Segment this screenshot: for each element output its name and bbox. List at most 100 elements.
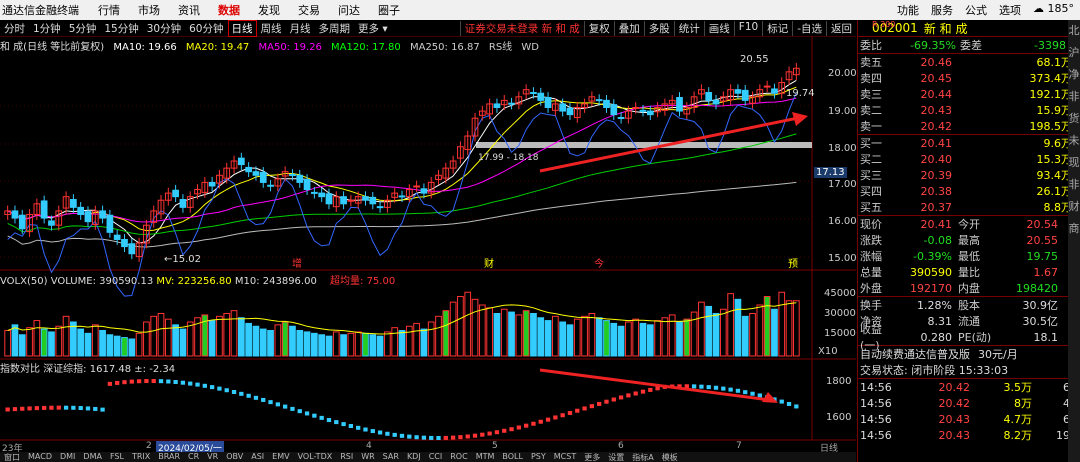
tick-price: 20.43 xyxy=(938,412,971,426)
volume-bar xyxy=(18,334,26,357)
indicator-tab[interactable]: MCST xyxy=(550,452,580,462)
tool-huaxian[interactable]: 画线 xyxy=(703,20,734,36)
tool-diejia[interactable]: 叠加 xyxy=(613,20,644,36)
period-5min[interactable]: 5分钟 xyxy=(65,21,101,36)
menu-gongshi[interactable]: 公式 xyxy=(959,2,993,18)
indicator-tab[interactable]: CCI xyxy=(425,452,447,462)
indicator-tab[interactable]: 更多 xyxy=(580,452,604,462)
period-daily[interactable]: 日线 xyxy=(227,19,257,37)
candle xyxy=(544,97,552,108)
period-monthly[interactable]: 月线 xyxy=(286,21,315,36)
menu-xuanxiang[interactable]: 选项 xyxy=(993,2,1027,18)
tool-biaoji[interactable]: 标记 xyxy=(762,20,792,36)
edge-label[interactable]: 现 xyxy=(1068,152,1080,174)
indicator-tab[interactable]: RSI xyxy=(336,452,357,462)
candle xyxy=(208,181,216,187)
indicator-tab[interactable]: DMA xyxy=(79,452,106,462)
indicator-tab[interactable]: OBV xyxy=(222,452,247,462)
indicator-tab[interactable]: BRAR xyxy=(154,452,184,462)
menu-faxian[interactable]: 发现 xyxy=(249,2,289,18)
index-candle xyxy=(713,385,719,390)
volume-bar xyxy=(289,325,296,357)
index-candle xyxy=(633,391,638,396)
indicator-tab[interactable]: VR xyxy=(203,452,222,462)
quote-header: R 300 002001 新 和 成 xyxy=(858,20,1080,36)
period-more[interactable]: 更多 ▾ xyxy=(354,21,392,36)
edge-label[interactable]: 财 xyxy=(1068,196,1080,218)
index-candle xyxy=(458,435,463,440)
row-label-2: 内盘 xyxy=(958,282,980,295)
kline-chart[interactable]: 20.55 ←15.02 19.74 17.99 - 18.18 增 财 今 预 xyxy=(0,36,856,442)
volume-bar xyxy=(646,324,654,357)
volume-bar xyxy=(274,324,282,357)
edge-label[interactable]: 北 xyxy=(1068,20,1080,42)
period-weekly[interactable]: 周线 xyxy=(257,21,286,36)
tool-fuquan[interactable]: 复权 xyxy=(583,20,614,36)
menu-quanzi[interactable]: 圈子 xyxy=(369,2,409,18)
candle xyxy=(296,174,304,183)
indicator-tab[interactable]: 模板 xyxy=(658,452,682,462)
indicator-tab[interactable]: BOLL xyxy=(498,452,527,462)
sell-row[interactable]: 卖五 20.46 68.1万 xyxy=(858,54,1080,70)
sell-row[interactable]: 卖三 20.44 192.1万 xyxy=(858,86,1080,102)
tool-duogu[interactable]: 多股 xyxy=(643,20,674,36)
sell-label: 卖二 xyxy=(860,104,882,117)
indicator-tab[interactable]: ASI xyxy=(247,452,268,462)
indicator-tab[interactable]: 设置 xyxy=(604,452,628,462)
period-60min[interactable]: 60分钟 xyxy=(185,21,227,36)
period-1min[interactable]: 1分钟 xyxy=(29,21,65,36)
indicator-tab[interactable]: ROC xyxy=(446,452,471,462)
menu-shichang[interactable]: 市场 xyxy=(129,2,169,18)
indicator-tab[interactable]: TRIX xyxy=(128,452,154,462)
volume-bar xyxy=(661,317,669,357)
wd-label: WD xyxy=(521,42,539,53)
indicator-tab[interactable]: MTM xyxy=(472,452,499,462)
period-fenshi[interactable]: 分时 xyxy=(0,21,29,36)
indicator-tab[interactable]: FSL xyxy=(106,452,128,462)
edge-label[interactable]: 沪 xyxy=(1068,42,1080,64)
tool-tongji[interactable]: 统计 xyxy=(673,20,704,36)
menu-jiaoyi[interactable]: 交易 xyxy=(289,2,329,18)
promo-row[interactable]: 自动续费通达信普及版 30元/月 xyxy=(858,345,1080,362)
edge-label[interactable]: 未 xyxy=(1068,130,1080,152)
indicator-tab[interactable]: CR xyxy=(184,452,203,462)
buy-row[interactable]: 买二 20.40 15.3万 xyxy=(858,151,1080,167)
indicator-tab[interactable]: SAR xyxy=(379,452,403,462)
indicator-tab[interactable]: 窗口 xyxy=(0,452,24,462)
buy-row[interactable]: 买一 20.41 9.6万 xyxy=(858,135,1080,151)
edge-label[interactable]: 商 xyxy=(1068,218,1080,240)
menu-zixun[interactable]: 资讯 xyxy=(169,2,209,18)
indicator-tab[interactable]: DMI xyxy=(56,452,79,462)
menu-wenda[interactable]: 问达 xyxy=(329,2,369,18)
period-15min[interactable]: 15分钟 xyxy=(100,21,142,36)
menu-fuwu[interactable]: 服务 xyxy=(925,2,959,18)
tool-f10[interactable]: F10 xyxy=(733,20,762,36)
indicator-tab[interactable]: PSY xyxy=(527,452,550,462)
indicator-tab[interactable]: KDJ xyxy=(403,452,425,462)
login-status[interactable]: 证券交易未登录 新 和 成 xyxy=(459,20,584,36)
sell-row[interactable]: 卖二 20.43 15.9万 xyxy=(858,102,1080,118)
volume-bar xyxy=(303,331,311,357)
buy-row[interactable]: 买三 20.39 93.4万 xyxy=(858,167,1080,183)
period-multi[interactable]: 多周期 xyxy=(315,21,355,36)
menu-shuju[interactable]: 数据 xyxy=(209,2,249,18)
edge-label[interactable]: 货 xyxy=(1068,108,1080,130)
buy-row[interactable]: 买五 20.37 8.8万 xyxy=(858,199,1080,215)
indicator-tab[interactable]: MACD xyxy=(24,452,56,462)
tick-row: 14:56 20.42 3.5万 6 xyxy=(858,379,1080,395)
sell-row[interactable]: 卖四 20.45 373.4万 xyxy=(858,70,1080,86)
sell-row[interactable]: 卖一 20.42 198.5万 xyxy=(858,118,1080,134)
indicator-tab[interactable]: 指标A xyxy=(628,452,657,462)
period-30min[interactable]: 30分钟 xyxy=(143,21,185,36)
indicator-tab[interactable]: WR xyxy=(357,452,378,462)
edge-label[interactable]: 净 xyxy=(1068,64,1080,86)
tool-zixuan[interactable]: -自选 xyxy=(792,20,826,36)
tool-fanhui[interactable]: 返回 xyxy=(826,20,856,36)
indicator-tab[interactable]: VOL-TDX xyxy=(294,452,337,462)
menu-gongneng[interactable]: 功能 xyxy=(891,2,925,18)
buy-row[interactable]: 买四 20.38 26.1万 xyxy=(858,183,1080,199)
edge-label[interactable]: 非 xyxy=(1068,174,1080,196)
menu-hangqing[interactable]: 行情 xyxy=(89,2,129,18)
indicator-tab[interactable]: EMV xyxy=(268,452,293,462)
edge-label[interactable]: 非 xyxy=(1068,86,1080,108)
